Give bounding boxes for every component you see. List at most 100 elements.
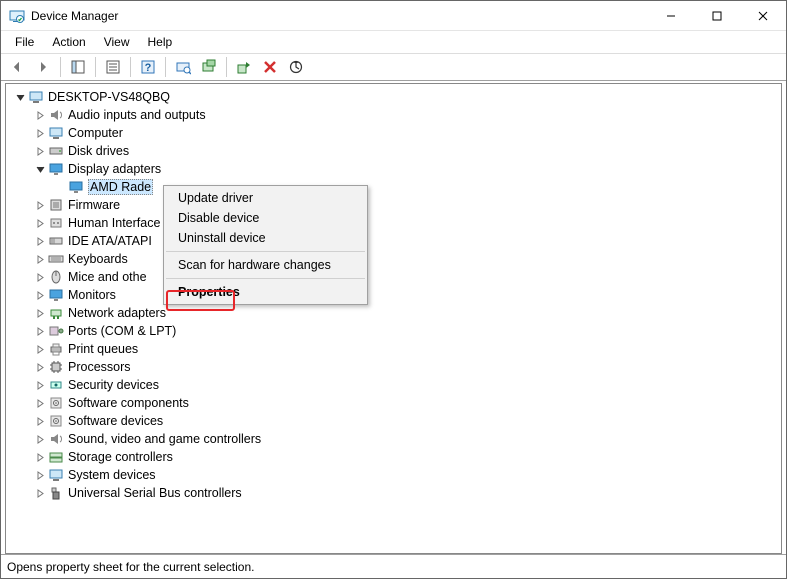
tree-item-software-devices[interactable]: Software devices — [6, 412, 781, 430]
ctx-properties[interactable]: Properties — [164, 282, 367, 302]
ctx-update-driver[interactable]: Update driver — [164, 188, 367, 208]
tree-item-audio-inputs-and-outputs[interactable]: Audio inputs and outputs — [6, 106, 781, 124]
tree-item-software-components[interactable]: Software components — [6, 394, 781, 412]
tree-label: Network adapters — [68, 306, 166, 320]
close-button[interactable] — [740, 1, 786, 31]
device-icon — [48, 251, 64, 267]
menu-help[interactable]: Help — [140, 33, 181, 51]
tree-label: Storage controllers — [68, 450, 173, 464]
chevron-right-icon[interactable] — [34, 129, 46, 138]
chevron-down-icon[interactable] — [14, 93, 26, 102]
device-icon — [68, 179, 84, 195]
tree-label: Monitors — [68, 288, 116, 302]
maximize-button[interactable] — [694, 1, 740, 31]
tree-item-mice-and-othe[interactable]: Mice and othe — [6, 268, 781, 286]
tree-label: DESKTOP-VS48QBQ — [48, 90, 170, 104]
tree-item-network-adapters[interactable]: Network adapters — [6, 304, 781, 322]
tree-label: Firmware — [68, 198, 120, 212]
ctx-separator — [166, 251, 365, 252]
chevron-right-icon[interactable] — [34, 435, 46, 444]
help-toolbar-button[interactable]: ? — [136, 55, 160, 79]
tree-item-system-devices[interactable]: System devices — [6, 466, 781, 484]
tree-label: Display adapters — [68, 162, 161, 176]
back-button[interactable] — [5, 55, 29, 79]
menubar: File Action View Help — [1, 31, 786, 53]
chevron-right-icon[interactable] — [34, 381, 46, 390]
device-tree[interactable]: DESKTOP-VS48QBQ Audio inputs and outputsC… — [5, 83, 782, 554]
ctx-disable-device[interactable]: Disable device — [164, 208, 367, 228]
update-driver-button[interactable] — [197, 55, 221, 79]
tree-label: AMD Rade — [88, 179, 153, 195]
chevron-right-icon[interactable] — [34, 291, 46, 300]
chevron-right-icon[interactable] — [34, 111, 46, 120]
tree-item-storage-controllers[interactable]: Storage controllers — [6, 448, 781, 466]
context-menu: Update driver Disable device Uninstall d… — [163, 185, 368, 305]
chevron-right-icon[interactable] — [34, 309, 46, 318]
tree-label: Disk drives — [68, 144, 129, 158]
chevron-down-icon[interactable] — [34, 165, 46, 174]
device-icon — [48, 413, 64, 429]
app-icon — [9, 8, 25, 24]
minimize-button[interactable] — [648, 1, 694, 31]
tree-item-universal-serial-bus-controllers[interactable]: Universal Serial Bus controllers — [6, 484, 781, 502]
chevron-right-icon[interactable] — [34, 363, 46, 372]
device-icon — [48, 341, 64, 357]
scan-hardware-button[interactable] — [171, 55, 195, 79]
chevron-right-icon[interactable] — [34, 471, 46, 480]
enable-device-button[interactable] — [232, 55, 256, 79]
ctx-uninstall-device[interactable]: Uninstall device — [164, 228, 367, 248]
tree-label: Mice and othe — [68, 270, 147, 284]
tree-label: System devices — [68, 468, 156, 482]
chevron-right-icon[interactable] — [34, 147, 46, 156]
status-text: Opens property sheet for the current sel… — [7, 560, 254, 574]
chevron-right-icon[interactable] — [34, 255, 46, 264]
menu-action[interactable]: Action — [44, 33, 93, 51]
menu-view[interactable]: View — [96, 33, 138, 51]
chevron-right-icon[interactable] — [34, 399, 46, 408]
device-icon — [28, 89, 44, 105]
device-icon — [48, 161, 64, 177]
chevron-right-icon[interactable] — [34, 417, 46, 426]
chevron-right-icon[interactable] — [34, 273, 46, 282]
tree-item-amd-radeon[interactable]: AMD Rade — [6, 178, 781, 196]
uninstall-device-button[interactable] — [258, 55, 282, 79]
tree-item-processors[interactable]: Processors — [6, 358, 781, 376]
chevron-right-icon[interactable] — [34, 345, 46, 354]
tree-item-ide-ata-atapi[interactable]: IDE ATA/ATAPI — [6, 232, 781, 250]
tree-item-keyboards[interactable]: Keyboards — [6, 250, 781, 268]
tree-label: Print queues — [68, 342, 138, 356]
tree-item-sound-video-and-game-controllers[interactable]: Sound, video and game controllers — [6, 430, 781, 448]
show-hide-console-button[interactable] — [66, 55, 90, 79]
device-icon — [48, 305, 64, 321]
tree-item-security-devices[interactable]: Security devices — [6, 376, 781, 394]
menu-file[interactable]: File — [7, 33, 42, 51]
tree-item-root[interactable]: DESKTOP-VS48QBQ — [6, 88, 781, 106]
tree-label: Ports (COM & LPT) — [68, 324, 176, 338]
ctx-scan-hardware[interactable]: Scan for hardware changes — [164, 255, 367, 275]
tree-item-human-interface[interactable]: Human Interface — [6, 214, 781, 232]
tree-item-disk-drives[interactable]: Disk drives — [6, 142, 781, 160]
tree-label: Processors — [68, 360, 131, 374]
tree-label: Keyboards — [68, 252, 128, 266]
tree-item-ports-com-lpt-[interactable]: Ports (COM & LPT) — [6, 322, 781, 340]
tree-item-display-adapters[interactable]: Display adapters — [6, 160, 781, 178]
chevron-right-icon[interactable] — [34, 237, 46, 246]
chevron-right-icon[interactable] — [34, 201, 46, 210]
chevron-right-icon[interactable] — [34, 489, 46, 498]
device-icon — [48, 377, 64, 393]
statusbar: Opens property sheet for the current sel… — [1, 554, 786, 578]
tree-item-print-queues[interactable]: Print queues — [6, 340, 781, 358]
tree-item-monitors[interactable]: Monitors — [6, 286, 781, 304]
disable-device-button[interactable] — [284, 55, 308, 79]
forward-button[interactable] — [31, 55, 55, 79]
properties-toolbar-button[interactable] — [101, 55, 125, 79]
device-icon — [48, 395, 64, 411]
tree-item-firmware[interactable]: Firmware — [6, 196, 781, 214]
chevron-right-icon[interactable] — [34, 327, 46, 336]
tree-item-computer[interactable]: Computer — [6, 124, 781, 142]
device-icon — [48, 197, 64, 213]
device-icon — [48, 143, 64, 159]
device-icon — [48, 269, 64, 285]
chevron-right-icon[interactable] — [34, 453, 46, 462]
chevron-right-icon[interactable] — [34, 219, 46, 228]
